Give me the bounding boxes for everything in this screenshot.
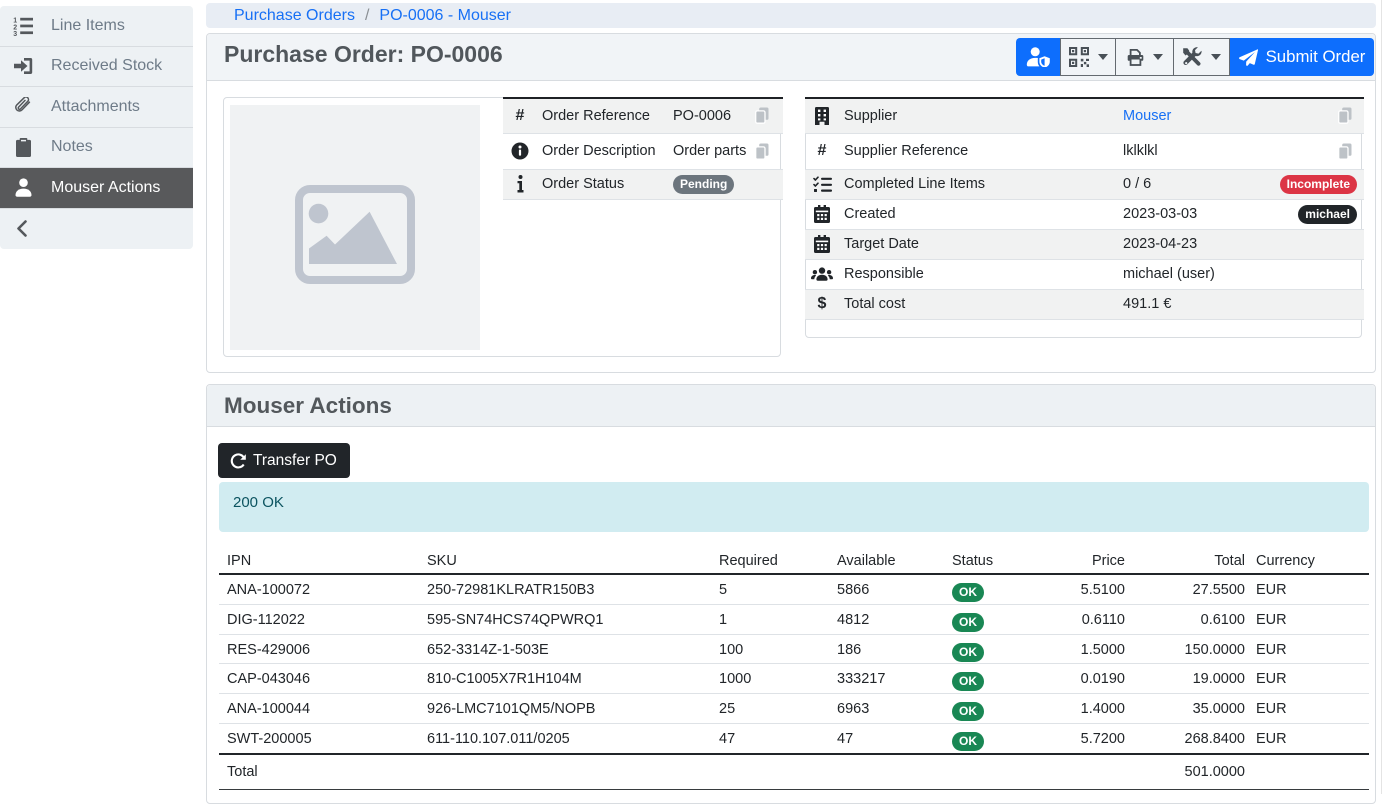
svg-text:3: 3 (13, 31, 17, 36)
